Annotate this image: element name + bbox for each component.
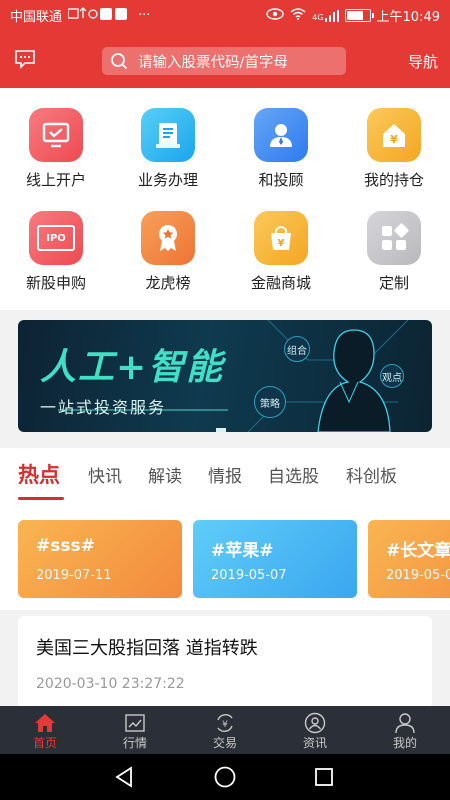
house-yuan-icon: ¥ bbox=[367, 108, 421, 162]
grid-item-label: 线上开户 bbox=[25, 171, 86, 189]
nav-label: 交易 bbox=[212, 736, 237, 750]
home-circle-icon[interactable] bbox=[214, 766, 236, 792]
search-input[interactable]: 请输入股票代码/首字母 bbox=[102, 47, 346, 75]
grid-item-ipo[interactable]: IPO 新股申购 bbox=[0, 211, 112, 293]
grid-item-business[interactable]: 业务办理 bbox=[112, 108, 224, 190]
grid-item-label: 定制 bbox=[378, 274, 409, 292]
more-notifications-icon: ··· bbox=[138, 8, 151, 23]
hot-topic-tag: #长文章 bbox=[386, 541, 450, 561]
banner-bubble: 组合 bbox=[284, 336, 310, 362]
news-time: 2020-03-10 23:27:22 bbox=[36, 676, 185, 692]
nav-home[interactable]: 首页 bbox=[0, 712, 90, 751]
grid-item-label: 金融商城 bbox=[250, 274, 311, 292]
shopping-bag-icon: ¥ bbox=[254, 211, 308, 265]
battery-icon bbox=[344, 9, 374, 22]
svg-text:¥: ¥ bbox=[390, 133, 398, 146]
grid-item-advisor[interactable]: 和投顾 bbox=[225, 108, 337, 190]
grid-item-finance-mall[interactable]: ¥ 金融商城 bbox=[225, 211, 337, 293]
hot-topic-tag: #苹果# bbox=[211, 541, 274, 561]
ipo-ticket-icon: IPO bbox=[29, 211, 83, 265]
bottom-navigation: 首页 行情 ¥ 交易 资讯 我的 bbox=[0, 706, 450, 754]
svg-text:¥: ¥ bbox=[278, 238, 285, 249]
news-tabs: 热点 快讯 解读 情报 自选股 科创板 bbox=[0, 448, 450, 504]
news-item[interactable]: 美国三大股指回落 道指转跌 2020-03-10 23:27:22 bbox=[18, 616, 432, 708]
wifi-icon bbox=[290, 7, 306, 24]
tab-flash[interactable]: 快讯 bbox=[88, 462, 122, 487]
top-bar: 请输入股票代码/首字母 导航 bbox=[0, 32, 450, 88]
exchange-icon: ¥ bbox=[180, 712, 270, 734]
nav-label: 资讯 bbox=[302, 736, 327, 750]
nav-news[interactable]: 资讯 bbox=[270, 712, 360, 751]
search-placeholder: 请输入股票代码/首字母 bbox=[138, 54, 288, 71]
grid-item-label: 业务办理 bbox=[137, 171, 198, 189]
hot-topic-tag: #sss# bbox=[36, 536, 95, 556]
hot-topic-date: 2019-05-07 bbox=[386, 568, 450, 583]
document-icon bbox=[141, 108, 195, 162]
nav-market[interactable]: 行情 bbox=[90, 712, 180, 751]
grid-item-dragon-tiger[interactable]: 龙虎榜 bbox=[112, 211, 224, 293]
network-type: 4G bbox=[312, 12, 324, 22]
hot-topic-card[interactable]: #苹果# 2019-05-07 bbox=[193, 520, 357, 598]
banner-subtitle: 一站式投资服务 bbox=[40, 398, 167, 417]
tab-analysis[interactable]: 解读 bbox=[148, 462, 182, 487]
medal-icon bbox=[141, 211, 195, 265]
nav-label: 我的 bbox=[392, 736, 417, 750]
system-navigation-bar bbox=[0, 754, 450, 800]
grid-item-custom[interactable]: 定制 bbox=[338, 211, 450, 293]
banner-bubble: 策略 bbox=[254, 386, 286, 418]
hot-topic-card[interactable]: #sss# 2019-07-11 bbox=[18, 520, 182, 598]
recents-icon[interactable] bbox=[314, 767, 334, 791]
carrier-label: 中国联通 bbox=[10, 10, 63, 25]
hot-topic-date: 2019-07-11 bbox=[36, 568, 112, 583]
ipo-label: IPO bbox=[37, 225, 75, 251]
search-icon bbox=[111, 53, 128, 70]
home-icon bbox=[0, 712, 90, 734]
nav-label: 首页 bbox=[32, 736, 57, 750]
profile-icon bbox=[360, 712, 450, 734]
grid-item-label: 和投顾 bbox=[258, 171, 304, 189]
advisor-icon bbox=[254, 108, 308, 162]
tab-intel[interactable]: 情报 bbox=[208, 462, 242, 487]
computer-check-icon bbox=[29, 108, 83, 162]
status-bar: 中国联通 ··· 4G 上午10:49 bbox=[0, 0, 450, 32]
grid-item-online-account[interactable]: 线上开户 bbox=[0, 108, 112, 190]
tab-star-market[interactable]: 科创板 bbox=[346, 462, 397, 487]
promo-banner[interactable]: 人工+智能 一站式投资服务 组合 观点 策略 bbox=[18, 320, 432, 432]
message-icon[interactable] bbox=[14, 48, 36, 70]
news-icon bbox=[270, 712, 360, 734]
tab-watchlist[interactable]: 自选股 bbox=[268, 462, 319, 487]
hot-topics-row[interactable]: #sss# 2019-07-11 #苹果# 2019-05-07 #长文章 20… bbox=[0, 504, 450, 610]
tab-hot[interactable]: 热点 bbox=[18, 459, 60, 489]
grid-item-label: 我的持仓 bbox=[363, 171, 424, 189]
chart-icon bbox=[90, 712, 180, 734]
notification-icons bbox=[67, 6, 132, 25]
nav-profile[interactable]: 我的 bbox=[360, 712, 450, 751]
active-tab-indicator bbox=[18, 497, 64, 500]
grid-item-label: 龙虎榜 bbox=[145, 274, 191, 292]
custom-tiles-icon bbox=[367, 211, 421, 265]
nav-label: 行情 bbox=[122, 736, 147, 750]
svg-text:¥: ¥ bbox=[222, 720, 228, 730]
back-icon[interactable] bbox=[114, 766, 134, 792]
grid-item-holdings[interactable]: ¥ 我的持仓 bbox=[338, 108, 450, 190]
function-grid: 线上开户 业务办理 和投顾 ¥ 我的持仓 IPO 新股申购 龙虎榜 ¥ 金融商城 bbox=[0, 88, 450, 310]
signal-icon: 4G bbox=[312, 9, 339, 22]
eye-icon bbox=[266, 7, 284, 24]
hot-topic-date: 2019-05-07 bbox=[211, 568, 287, 583]
hot-topic-card[interactable]: #长文章 2019-05-07 bbox=[368, 520, 450, 598]
news-title: 美国三大股指回落 道指转跌 bbox=[36, 638, 258, 659]
grid-item-label: 新股申购 bbox=[25, 274, 86, 292]
nav-trade[interactable]: ¥ 交易 bbox=[180, 712, 270, 751]
banner-bubble: 观点 bbox=[380, 364, 404, 388]
clock: 上午10:49 bbox=[376, 10, 440, 25]
navigation-link[interactable]: 导航 bbox=[408, 51, 438, 72]
banner-title: 人工+智能 bbox=[40, 347, 225, 388]
